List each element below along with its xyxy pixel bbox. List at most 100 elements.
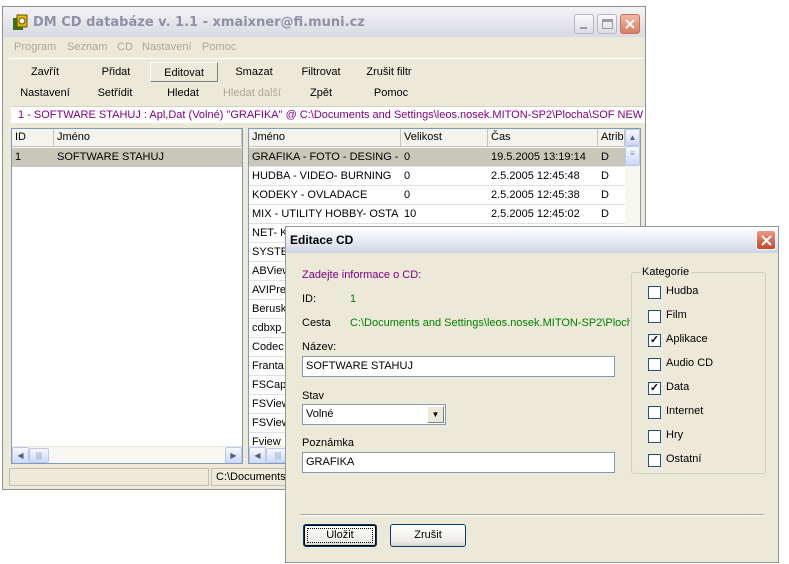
menu-cd[interactable]: CD <box>117 41 133 53</box>
maximize-icon <box>602 19 613 29</box>
table-row[interactable]: HUDBA - VIDEO- BURNING 0 2.5.2005 12:45:48… <box>249 167 625 186</box>
checkbox-hudba[interactable] <box>648 286 661 299</box>
close-db-button[interactable]: Zavřít <box>19 62 71 82</box>
checkbox-hry[interactable] <box>648 430 661 443</box>
cell-attr: D <box>601 189 609 201</box>
checkbox-label[interactable]: Film <box>666 309 687 321</box>
cell-name: KODEKY - OVLADACE <box>252 189 368 201</box>
cd-list[interactable]: ID Jméno 1 SOFTWARE STAHUJ ◀ ||| ▶ <box>11 128 243 464</box>
focus-rect <box>307 528 373 543</box>
chevron-down-icon[interactable]: ▼ <box>427 406 444 423</box>
checkbox-audio-cd[interactable] <box>648 358 661 371</box>
scroll-left-arrow-icon[interactable]: ◀ <box>249 447 266 463</box>
search-button[interactable]: Hledat <box>155 83 211 103</box>
checkbox-label[interactable]: Hudba <box>666 285 698 297</box>
column-header-attr[interactable]: Atribu <box>598 129 625 147</box>
dialog-title: Editace CD <box>290 233 354 247</box>
path-value: C:\Documents and Settings\leos.nosek.MIT… <box>350 317 630 329</box>
checkbox-label[interactable]: Data <box>666 381 689 393</box>
category-legend: Kategorie <box>640 266 692 278</box>
state-label: Stav <box>302 390 325 402</box>
checkbox-internet[interactable] <box>648 406 661 419</box>
save-button[interactable]: Uložit <box>303 524 377 547</box>
state-select[interactable]: Volné ▼ <box>302 404 446 425</box>
id-label: ID: <box>302 293 317 305</box>
dialog-prompt: Zadejte informace o CD: <box>302 269 422 281</box>
cell-name: HUDBA - VIDEO- BURNING <box>252 170 392 182</box>
search-next-button[interactable]: Hledat další <box>217 83 287 103</box>
cancel-filter-button[interactable]: Zrušit filtr <box>359 62 419 82</box>
cell-name: GRAFIKA - FOTO - DESING - V <box>252 151 401 163</box>
back-button[interactable]: Zpět <box>291 83 351 103</box>
delete-button[interactable]: Smazat <box>219 62 289 82</box>
category-groupbox: Kategorie Hudba Film ✓ Aplikace Audio CD ✓ Dat… <box>631 266 766 474</box>
column-header-id[interactable]: ID <box>12 129 54 147</box>
checkbox-label[interactable]: Aplikace <box>666 333 708 345</box>
cancel-button[interactable]: Zrušit <box>390 524 466 547</box>
status-panel-left <box>9 468 209 486</box>
checkbox-data[interactable]: ✓ <box>648 382 661 395</box>
cell-id: 1 <box>15 151 22 163</box>
close-button[interactable] <box>620 14 640 34</box>
minimize-icon <box>580 27 587 29</box>
close-icon <box>625 19 635 29</box>
table-row[interactable]: GRAFIKA - FOTO - DESING - V 0 19.5.2005 13… <box>249 148 625 167</box>
edit-cd-dialog: Editace CD Zadejte informace o CD: ID: 1… <box>285 226 779 563</box>
scroll-up-arrow-icon[interactable]: ▲ <box>625 129 640 146</box>
toolbar-divider <box>9 58 643 59</box>
add-button[interactable]: Přidat <box>89 62 143 82</box>
app-icon <box>13 14 28 30</box>
close-icon <box>761 235 772 246</box>
cell-size: 10 <box>404 208 417 220</box>
cell-attr: D <box>601 208 609 220</box>
checkbox-label[interactable]: Hry <box>666 429 683 441</box>
maximize-button[interactable] <box>597 14 617 34</box>
dialog-close-button[interactable] <box>756 230 776 250</box>
checkbox-label[interactable]: Ostatní <box>666 453 701 465</box>
checkbox-label[interactable]: Internet <box>666 405 703 417</box>
scroll-thumb[interactable]: ||| <box>29 448 49 463</box>
checkbox-label[interactable]: Audio CD <box>666 357 713 369</box>
cancel-label: Zrušit <box>414 529 442 541</box>
dialog-title-bar[interactable]: Editace CD <box>286 227 778 253</box>
checkbox-film[interactable] <box>648 310 661 323</box>
help-button[interactable]: Pomoc <box>359 83 423 103</box>
id-value: 1 <box>350 293 357 305</box>
table-row[interactable]: MIX - UTILITY HOBBY- OSTA 10 2.5.2005 12:4… <box>249 205 625 224</box>
table-row[interactable]: KODEKY - OVLADACE 0 2.5.2005 12:45:38 D <box>249 186 625 205</box>
checkbox-aplikace[interactable]: ✓ <box>648 334 661 347</box>
note-label: Poznámka <box>302 437 354 449</box>
column-header-time[interactable]: Čas <box>488 129 598 147</box>
name-input[interactable]: SOFTWARE STAHUJ <box>302 356 615 377</box>
checkbox-ostatní[interactable] <box>648 454 661 467</box>
cell-time: 2.5.2005 12:45:48 <box>491 170 580 182</box>
vscroll-thumb[interactable]: ≡ <box>625 146 640 166</box>
cell-size: 0 <box>404 170 411 182</box>
cell-name: MIX - UTILITY HOBBY- OSTA <box>252 208 399 220</box>
column-header-size[interactable]: Velikost <box>401 129 488 147</box>
main-window-title: DM CD databáze v. 1.1 - xmaixner@fi.muni… <box>33 15 365 30</box>
list-row[interactable]: 1 SOFTWARE STAHUJ <box>12 148 242 167</box>
info-line: 1 - SOFTWARE STAHUJ : Apl,Dat (Volné) "G… <box>11 106 645 123</box>
settings-button[interactable]: Nastavení <box>13 83 77 103</box>
column-header-name[interactable]: Jméno <box>249 129 401 147</box>
filter-button[interactable]: Filtrovat <box>291 62 351 82</box>
state-value: Volné <box>306 408 334 420</box>
menu-pomoc[interactable]: Pomoc <box>202 41 236 53</box>
note-input[interactable]: GRAFIKA <box>302 452 615 473</box>
sort-button[interactable]: Setřídit <box>87 83 143 103</box>
scroll-right-arrow-icon[interactable]: ▶ <box>225 447 242 463</box>
left-horizontal-scrollbar[interactable]: ◀ ||| ▶ <box>12 446 242 463</box>
scroll-left-arrow-icon[interactable]: ◀ <box>12 447 29 463</box>
cell-size: 0 <box>404 189 411 201</box>
cell-size: 0 <box>404 151 411 163</box>
main-title-bar[interactable]: DM CD databáze v. 1.1 - xmaixner@fi.muni… <box>3 7 645 37</box>
column-header-name[interactable]: Jméno <box>54 129 242 147</box>
menu-seznam[interactable]: Seznam <box>67 41 107 53</box>
cell-attr: D <box>601 170 609 182</box>
edit-button[interactable]: Editovat <box>150 62 218 82</box>
path-label: Cesta <box>302 317 331 329</box>
minimize-button[interactable] <box>574 14 594 34</box>
menu-nastaveni[interactable]: Nastavení <box>142 41 192 53</box>
menu-program[interactable]: Program <box>14 41 56 53</box>
